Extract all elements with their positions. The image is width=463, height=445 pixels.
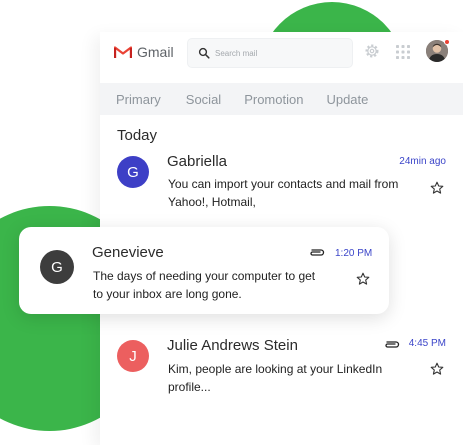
attachment-icon — [385, 341, 400, 348]
search-icon — [198, 47, 210, 59]
sender-avatar: G — [40, 250, 74, 284]
sender-name: Genevieve — [92, 244, 164, 261]
email-snippet-line: Yahoo!, Hotmail, — [168, 195, 256, 209]
search-input[interactable] — [215, 45, 345, 61]
email-snippet-line: You can import your contacts and mail fr… — [168, 177, 399, 191]
sender-avatar: G — [117, 156, 149, 188]
email-row[interactable]: G Gabriella 24min ago You can import you… — [100, 144, 463, 224]
notification-dot — [444, 39, 450, 45]
email-snippet-line: The days of needing your computer to get — [93, 269, 316, 283]
search-bar[interactable] — [188, 39, 352, 67]
email-snippet-line: Kim, people are looking at your LinkedIn — [168, 362, 383, 376]
app-header: Gmail — [100, 32, 463, 76]
category-tabs: Primary Social Promotion Update — [100, 83, 463, 115]
attachment-icon — [310, 249, 325, 256]
sender-name: Gabriella — [167, 153, 228, 170]
tab-update[interactable]: Update — [326, 92, 368, 107]
email-snippet: The days of needing your computer to get… — [93, 267, 315, 303]
email-snippet-line: profile... — [168, 380, 211, 394]
email-snippet-line: to your inbox are long gone. — [93, 287, 242, 301]
email-snippet: Kim, people are looking at your LinkedIn… — [168, 360, 382, 396]
email-row[interactable]: J Julie Andrews Stein 4:45 PM Kim, peopl… — [100, 327, 463, 407]
gmail-logo-text: Gmail — [137, 44, 174, 60]
tab-primary[interactable]: Primary — [116, 92, 161, 107]
email-time: 1:20 PM — [335, 248, 373, 259]
email-snippet: You can import your contacts and mail fr… — [168, 175, 398, 211]
gmail-m-icon — [114, 46, 132, 58]
star-icon[interactable] — [430, 362, 444, 376]
tab-promotion[interactable]: Promotion — [244, 92, 303, 107]
user-avatar[interactable] — [426, 39, 450, 62]
tab-social[interactable]: Social — [186, 92, 221, 107]
star-icon[interactable] — [430, 181, 444, 195]
section-heading-today: Today — [117, 127, 158, 144]
sender-name: Julie Andrews Stein — [167, 337, 298, 354]
email-time: 24min ago — [399, 156, 446, 167]
apps-grid-icon[interactable] — [395, 44, 411, 60]
gmail-logo[interactable]: Gmail — [114, 44, 174, 60]
star-icon[interactable] — [356, 272, 370, 286]
gear-icon[interactable] — [364, 43, 380, 59]
sender-avatar: J — [117, 340, 149, 372]
email-row-highlighted[interactable]: G Genevieve 1:20 PM The days of needing … — [19, 227, 389, 314]
email-time: 4:45 PM — [408, 338, 446, 349]
gmail-promo-illustration: Gmail Search mail Primary Social Promoti… — [0, 0, 463, 445]
